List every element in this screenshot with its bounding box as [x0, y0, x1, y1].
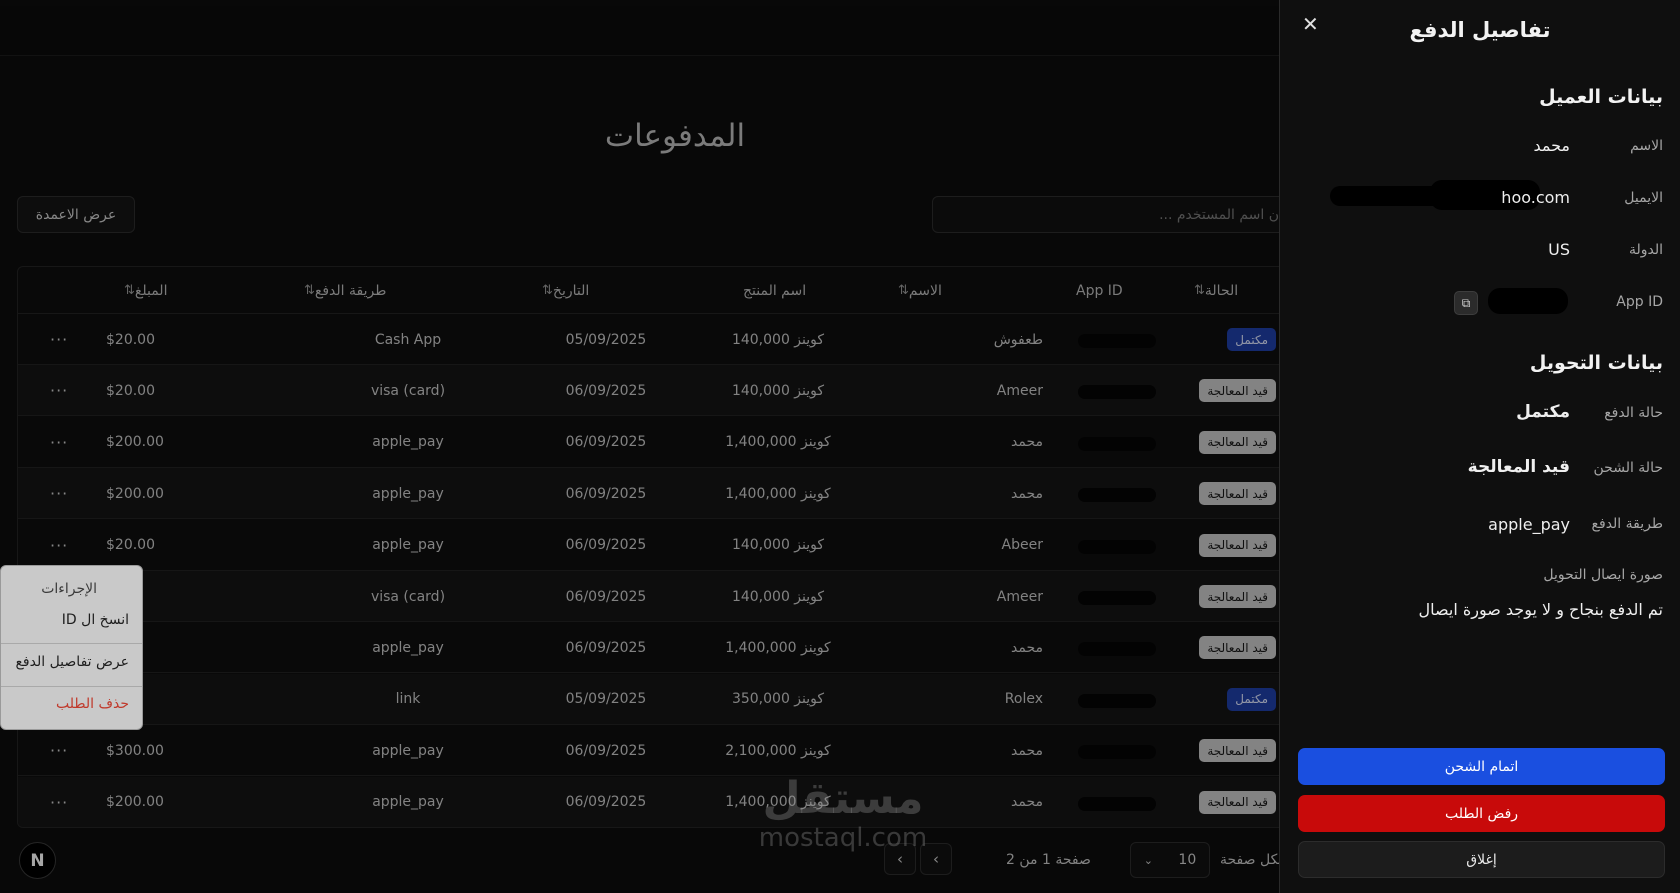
watermark: مستقل mostaql.com: [738, 773, 948, 854]
email-label: الايميل: [1624, 190, 1663, 206]
receipt-note: تم الدفع بنجاح و لا يوجد صورة ايصال: [1418, 600, 1664, 619]
row-actions-menu: الإجراءات انسخ ال ID عرض تفاصيل الدفع حذ…: [0, 565, 143, 730]
copy-icon[interactable]: ⧉: [1454, 291, 1478, 315]
redaction: [1488, 288, 1568, 314]
method-label: طريقة الدفع: [1591, 516, 1663, 532]
watermark-arabic: مستقل: [762, 773, 924, 824]
customer-section-title: بيانات العميل: [1539, 86, 1663, 108]
transfer-section-title: بيانات التحويل: [1529, 352, 1663, 374]
name-value: محمد: [1533, 136, 1570, 155]
name-label: الاسم: [1630, 138, 1663, 154]
payment-status-value: مكتمل: [1516, 402, 1570, 422]
country-label: الدولة: [1628, 242, 1663, 258]
country-value: US: [1548, 240, 1570, 259]
complete-shipping-button[interactable]: اتمام الشحن: [1298, 748, 1665, 785]
method-value: apple_pay: [1488, 515, 1570, 534]
menu-item-copy-id[interactable]: انسخ ال ID: [62, 612, 129, 628]
watermark-english: mostaql.com: [758, 823, 928, 853]
menu-divider: [1, 686, 142, 687]
appid-label: App ID: [1616, 294, 1663, 310]
receipt-label: صورة ايصال التحويل: [1543, 567, 1663, 583]
shipping-status-label: حالة الشحن: [1593, 460, 1663, 476]
menu-header: الإجراءات: [41, 581, 97, 597]
reject-order-button[interactable]: رفض الطلب: [1298, 795, 1665, 832]
menu-divider: [1, 643, 142, 644]
email-value: hoo.com: [1501, 188, 1570, 207]
close-button[interactable]: إغلاق: [1298, 841, 1665, 878]
shipping-status-value: قيد المعالجة: [1467, 457, 1570, 477]
sheet-title: تفاصيل الدفع: [1409, 18, 1551, 42]
menu-item-delete[interactable]: حذف الطلب: [56, 696, 129, 712]
payment-details-sheet: ✕ تفاصيل الدفع بيانات العميل الاسم محمد …: [1279, 0, 1680, 893]
payment-status-label: حالة الدفع: [1604, 405, 1663, 421]
menu-item-view-details[interactable]: عرض تفاصيل الدفع: [15, 654, 129, 670]
